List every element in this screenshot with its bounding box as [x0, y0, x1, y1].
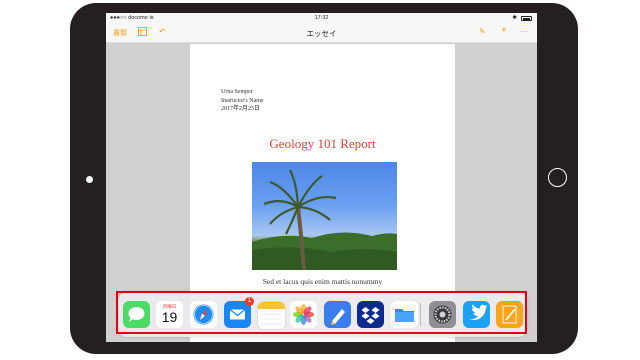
- document-date: 2017年2月25日: [221, 106, 261, 112]
- format-brush-icon[interactable]: ✎: [479, 27, 486, 36]
- toolbar: 書類 ↶ エッセイ ✎ + ···: [106, 24, 537, 43]
- home-button[interactable]: [548, 168, 567, 187]
- add-icon[interactable]: +: [501, 25, 507, 36]
- document-header: Urna Semper Instructor's Name 2017年2月25日: [221, 88, 264, 114]
- document-title: エッセイ: [306, 29, 337, 38]
- dock-highlight-box: [116, 291, 527, 334]
- status-time: 17:32: [314, 15, 329, 21]
- instructor-name: Instructor's Name: [221, 97, 264, 104]
- palm-tree-photo: [252, 162, 397, 270]
- status-bar: ●●●○○ docomo ≋ 17:32 ✱: [106, 13, 537, 24]
- battery-icon: [521, 16, 532, 21]
- more-icon[interactable]: ···: [520, 27, 528, 36]
- bluetooth-icon: ✱: [512, 15, 517, 21]
- author-name: Urna Semper: [221, 89, 253, 95]
- photo-caption: Sed et lacus quis enim mattis nonummy: [262, 277, 383, 286]
- front-camera: [86, 176, 93, 183]
- report-title: Geology 101 Report: [269, 136, 376, 151]
